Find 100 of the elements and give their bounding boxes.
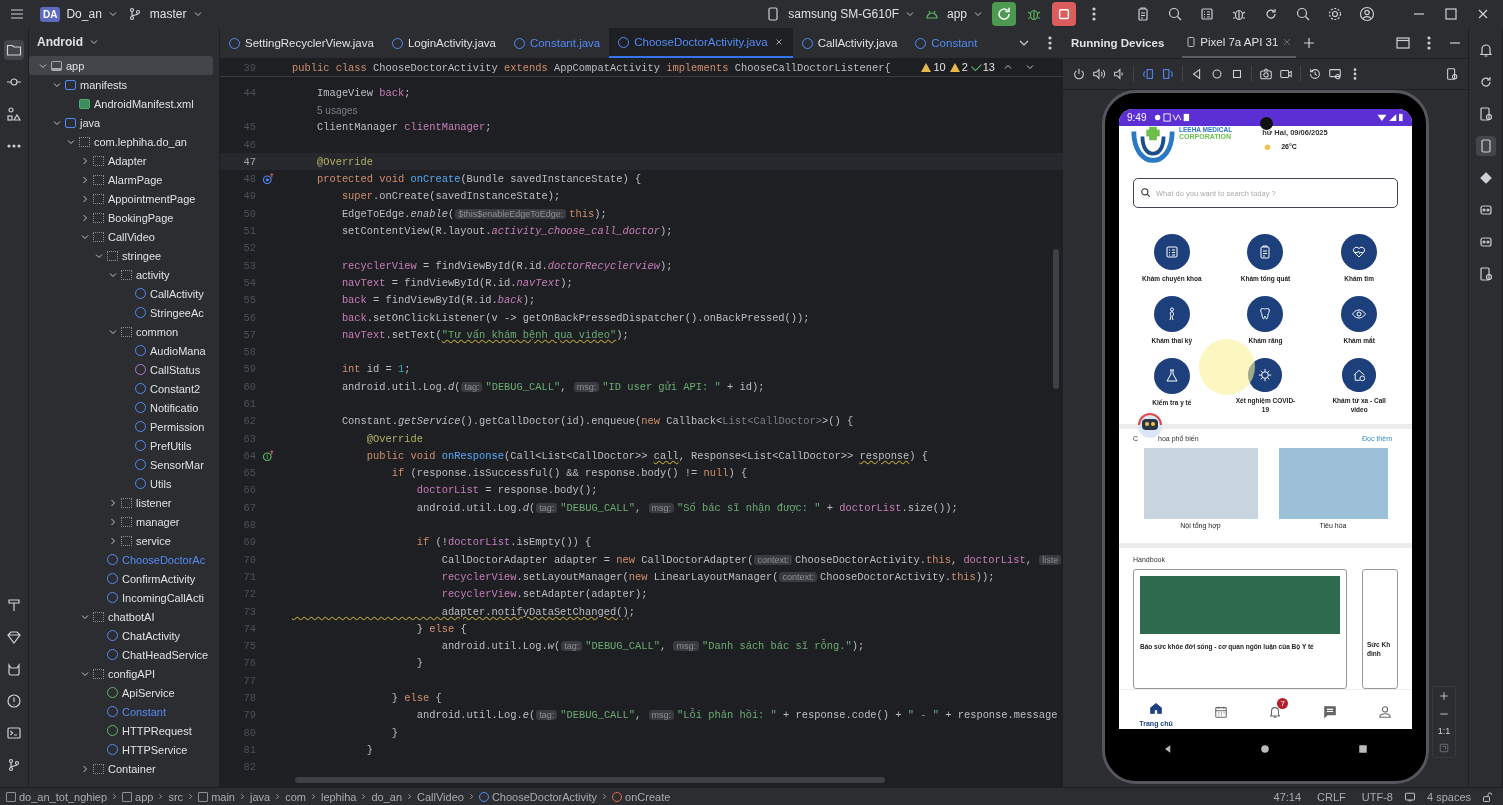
breadcrumb-item[interactable]: do_an: [371, 790, 402, 803]
tree-item[interactable]: ApiService: [29, 683, 213, 702]
error-count[interactable]: 10: [921, 61, 946, 73]
search-icon[interactable]: [1295, 6, 1311, 22]
zoom-in-icon[interactable]: [1438, 690, 1450, 702]
tree-item[interactable]: service: [29, 531, 213, 550]
device-dropdown[interactable]: samsung SM-G610F: [786, 7, 901, 21]
device-search-icon[interactable]: [1445, 67, 1459, 81]
tree-item[interactable]: ChatHeadService: [29, 645, 213, 664]
tree-item[interactable]: HTTPRequest: [29, 721, 213, 740]
volume-up-icon[interactable]: [1092, 67, 1106, 81]
breadcrumb-item[interactable]: ChooseDoctorActivity: [478, 790, 598, 803]
run-config-dropdown[interactable]: app: [944, 7, 969, 21]
rotate-right-icon[interactable]: [1161, 67, 1175, 81]
breadcrumb-item[interactable]: main: [198, 790, 235, 803]
service-icon[interactable]: [1341, 296, 1378, 332]
comment-icon[interactable]: [1403, 790, 1416, 803]
indent-setting[interactable]: 4 spaces: [1426, 790, 1471, 803]
caret-position[interactable]: 47:14: [1273, 790, 1302, 803]
service-icon[interactable]: [1247, 234, 1284, 270]
breadcrumb-item[interactable]: src: [168, 790, 184, 803]
home-icon[interactable]: [1259, 743, 1272, 755]
home-icon[interactable]: [1210, 67, 1224, 81]
tree-item[interactable]: Utils: [29, 474, 213, 493]
screen-settings-icon[interactable]: [1328, 67, 1342, 81]
tree-item[interactable]: AppointmentPage: [29, 189, 213, 208]
account-icon[interactable]: [1359, 6, 1375, 22]
tree-item[interactable]: BookingPage: [29, 208, 213, 227]
tree-item[interactable]: PrefUtils: [29, 436, 213, 455]
breadcrumb-item[interactable]: app: [122, 790, 154, 803]
editor-tab[interactable]: SettingRecyclerView.java: [220, 28, 383, 58]
power-icon[interactable]: [1072, 67, 1086, 81]
service-icon[interactable]: [1153, 296, 1190, 332]
tree-item[interactable]: IncomingCallActi: [29, 588, 213, 607]
breadcrumb-item[interactable]: java: [249, 790, 271, 803]
breadcrumb-item[interactable]: CallVideo: [417, 790, 464, 803]
editor-tab[interactable]: LoginActivity.java: [382, 28, 505, 58]
passed-count[interactable]: 13: [971, 61, 995, 73]
editor-tab[interactable]: CallActivity.java: [792, 28, 907, 58]
override-marker-icon[interactable]: [262, 173, 274, 186]
tree-item[interactable]: common: [29, 322, 213, 341]
tree-item[interactable]: app: [29, 56, 213, 75]
tree-item[interactable]: chatbotAI: [29, 607, 213, 626]
tree-item[interactable]: AlarmPage: [29, 170, 213, 189]
file-encoding[interactable]: UTF-8: [1361, 790, 1393, 803]
settings-icon[interactable]: [1327, 6, 1343, 22]
problems-icon[interactable]: [4, 691, 24, 711]
nav-tab[interactable]: 7: [1258, 697, 1293, 722]
editor-tab[interactable]: ChooseDoctorActivity.java: [609, 28, 793, 58]
history-icon[interactable]: [1308, 67, 1322, 81]
lock-icon[interactable]: [1482, 790, 1494, 803]
tree-item[interactable]: ChooseDoctorAc: [29, 550, 213, 569]
tree-item[interactable]: AudioMana: [29, 341, 213, 360]
tree-item[interactable]: HTTPService: [29, 740, 213, 759]
list-icon[interactable]: [1199, 6, 1215, 22]
line-separator[interactable]: CRLF: [1317, 790, 1346, 803]
fit-screen-icon[interactable]: [1438, 742, 1450, 754]
tree-item[interactable]: stringee: [29, 246, 213, 265]
tree-item[interactable]: Constant: [29, 702, 213, 721]
clipboard-icon[interactable]: [1135, 6, 1151, 22]
maximize-icon[interactable]: [1443, 6, 1459, 22]
tree-item[interactable]: SensorMar: [29, 455, 213, 474]
tree-item[interactable]: Constant2: [29, 379, 213, 398]
breadcrumb-item[interactable]: onCreate: [612, 790, 671, 803]
rerun-icon[interactable]: [992, 2, 1016, 26]
close-icon[interactable]: [773, 37, 784, 47]
tree-item[interactable]: Container: [29, 759, 213, 778]
service-icon[interactable]: [1153, 358, 1190, 394]
tree-item[interactable]: listener: [29, 493, 213, 512]
tree-item[interactable]: ChatActivity: [29, 626, 213, 645]
device-tab[interactable]: Pixel 7a API 31: [1182, 28, 1297, 58]
tree-item[interactable]: manifests: [29, 75, 213, 94]
window-icon[interactable]: [1395, 35, 1411, 51]
service-icon[interactable]: [1247, 358, 1284, 393]
tree-item[interactable]: CallStatus: [29, 360, 213, 379]
service-icon[interactable]: [1153, 234, 1190, 270]
tree-item[interactable]: CallVideo: [29, 227, 213, 246]
tree-item[interactable]: ConfirmActivity: [29, 569, 213, 588]
tree-item[interactable]: manager: [29, 512, 213, 531]
service-icon[interactable]: [1341, 234, 1378, 270]
tree-item[interactable]: AndroidManifest.xml: [29, 94, 213, 113]
sync-icon[interactable]: [1263, 6, 1279, 22]
implement-marker-icon[interactable]: [262, 449, 274, 462]
service-icon[interactable]: [1341, 358, 1378, 393]
structure-icon[interactable]: [4, 104, 24, 124]
usages-hint[interactable]: 5 usages: [292, 104, 358, 116]
running-devices-icon[interactable]: [1475, 136, 1496, 156]
tree-item[interactable]: Notificatio: [29, 398, 213, 417]
camera-icon[interactable]: [1259, 67, 1273, 81]
project-view-dropdown[interactable]: Android: [35, 35, 85, 49]
actual-size-button[interactable]: 1:1: [1437, 726, 1451, 736]
breadcrumb-item[interactable]: do_an_tot_nghiep: [6, 790, 108, 803]
tree-item[interactable]: Adapter: [29, 151, 213, 170]
rotate-left-icon[interactable]: [1141, 67, 1155, 81]
tree-item[interactable]: StringeeAc: [29, 303, 213, 322]
branch-dropdown[interactable]: master: [147, 7, 189, 21]
warning-count[interactable]: 2: [949, 61, 968, 73]
tree-item[interactable]: CallActivity: [29, 284, 213, 303]
volume-down-icon[interactable]: [1112, 67, 1126, 81]
video-icon[interactable]: [1279, 67, 1293, 81]
